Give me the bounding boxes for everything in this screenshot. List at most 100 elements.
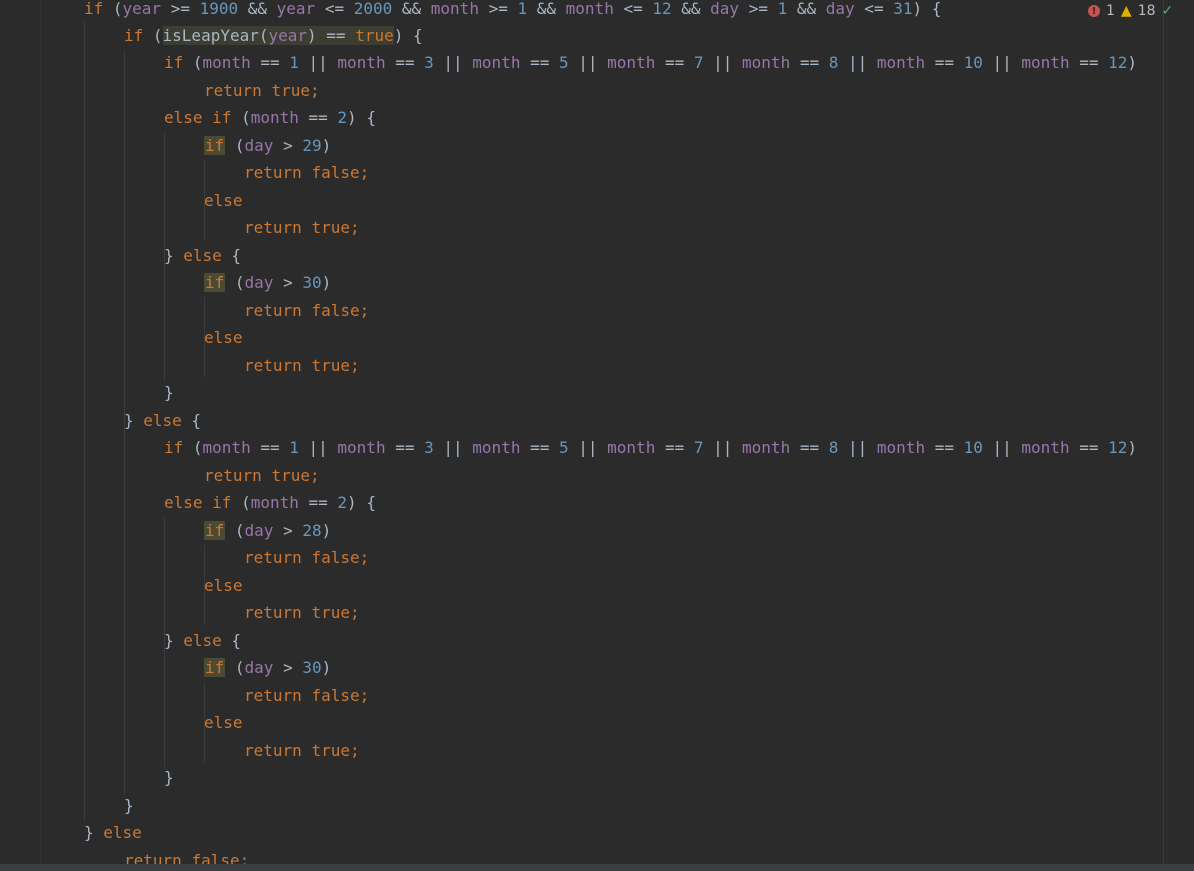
code-token: month — [607, 53, 656, 72]
code-token: ( — [143, 26, 163, 45]
code-line[interactable]: return true; — [244, 217, 360, 239]
code-token: else — [183, 246, 222, 265]
code-token: && — [527, 0, 566, 18]
code-token: month — [337, 53, 386, 72]
code-token: 28 — [302, 521, 322, 540]
highlighted-keyword: if — [204, 521, 226, 540]
code-token: } — [84, 823, 104, 842]
code-line[interactable]: if (day > 28) — [204, 520, 331, 542]
horizontal-scrollbar[interactable] — [0, 864, 1194, 871]
code-token: ( — [225, 273, 245, 292]
code-token: ( — [231, 493, 251, 512]
code-token: && — [392, 0, 431, 18]
code-token: <= — [315, 0, 354, 18]
code-token: || — [298, 53, 338, 72]
code-token: else — [164, 108, 203, 127]
code-line[interactable]: } else { — [124, 410, 201, 432]
code-line[interactable]: return false; — [244, 300, 369, 322]
error-icon: ! — [1088, 5, 1100, 17]
code-line[interactable]: return false; — [244, 685, 369, 707]
code-token: month — [742, 438, 791, 457]
highlighted-expression: isLeapYear(year) == true — [162, 26, 394, 45]
code-line[interactable]: return true; — [244, 355, 360, 377]
code-token: return — [244, 548, 302, 567]
code-line[interactable]: else — [204, 712, 243, 734]
code-token: return — [244, 603, 302, 622]
code-token: || — [568, 53, 608, 72]
code-line[interactable]: if (month == 1 || month == 3 || month ==… — [164, 437, 1137, 459]
code-token: 3 — [424, 438, 434, 457]
code-token: || — [838, 53, 877, 72]
code-token: month — [607, 438, 656, 457]
code-line[interactable]: return false; — [244, 162, 369, 184]
code-line[interactable]: else — [204, 327, 243, 349]
code-token: ; — [349, 356, 360, 375]
code-line[interactable]: } — [124, 795, 134, 817]
code-token: ) { — [347, 493, 376, 512]
code-token: ) — [321, 136, 332, 155]
code-token: 2 — [337, 493, 348, 512]
code-line[interactable]: return true; — [204, 465, 320, 487]
code-line[interactable]: if (day > 30) — [204, 272, 331, 294]
code-token: } — [124, 411, 144, 430]
code-line[interactable]: else — [204, 575, 243, 597]
code-token: ( — [183, 53, 203, 72]
inspection-widget[interactable]: ! 1 ▲ 18 ✓ — [1088, 2, 1173, 20]
code-token: ; — [309, 81, 320, 100]
code-token: 12 — [1108, 53, 1128, 72]
code-token: else — [143, 411, 182, 430]
code-line[interactable]: } else — [84, 822, 142, 844]
keyword-token: if — [84, 0, 104, 18]
code-line[interactable]: return true; — [244, 740, 360, 762]
code-token: day — [244, 521, 274, 540]
code-token: true — [271, 466, 310, 485]
code-line[interactable]: return true; — [204, 80, 320, 102]
code-token: 12 — [652, 0, 672, 18]
code-token: } — [164, 246, 184, 265]
code-line[interactable]: } — [164, 767, 174, 789]
code-token: month — [472, 53, 521, 72]
code-editor[interactable]: if (year >= 1900 && year <= 2000 && mont… — [0, 0, 1194, 871]
code-token: else — [204, 191, 243, 210]
code-token: || — [703, 53, 743, 72]
code-token: == — [790, 53, 829, 72]
code-token: day — [244, 273, 274, 292]
code-line[interactable]: if (day > 29) — [204, 135, 331, 157]
code-token: 30 — [302, 658, 322, 677]
code-token: } — [164, 768, 174, 787]
code-token: else — [204, 328, 243, 347]
code-line[interactable]: return false; — [244, 547, 369, 569]
code-line[interactable]: if (day > 30) — [204, 657, 331, 679]
code-token: ) — [1127, 438, 1138, 457]
code-line[interactable]: } else { — [164, 245, 241, 267]
code-token: ( — [225, 136, 245, 155]
code-token: else — [204, 576, 243, 595]
code-line[interactable]: if (isLeapYear(year) == true) { — [124, 25, 423, 47]
code-token: else — [164, 493, 203, 512]
code-line[interactable]: else — [204, 190, 243, 212]
code-token: month — [565, 0, 614, 18]
code-token: year — [276, 0, 316, 18]
code-line[interactable]: } else { — [164, 630, 241, 652]
code-line[interactable]: return true; — [244, 602, 360, 624]
code-line[interactable]: else if (month == 2) { — [164, 492, 376, 514]
code-line[interactable]: if (year >= 1900 && year <= 2000 && mont… — [84, 0, 941, 20]
gutter-divider — [40, 0, 41, 871]
code-token: day — [825, 0, 855, 18]
code-token: else — [103, 823, 142, 842]
code-line[interactable]: else if (month == 2) { — [164, 107, 376, 129]
code-line[interactable]: } — [164, 382, 174, 404]
code-token: day — [710, 0, 740, 18]
code-token: >= — [478, 0, 518, 18]
code-token: > — [273, 136, 303, 155]
code-line[interactable]: if (month == 1 || month == 3 || month ==… — [164, 52, 1137, 74]
code-token: ; — [309, 466, 320, 485]
code-token: || — [433, 53, 473, 72]
code-token: month — [876, 53, 926, 72]
code-token: 1 — [289, 53, 299, 72]
code-token: return — [244, 741, 302, 760]
